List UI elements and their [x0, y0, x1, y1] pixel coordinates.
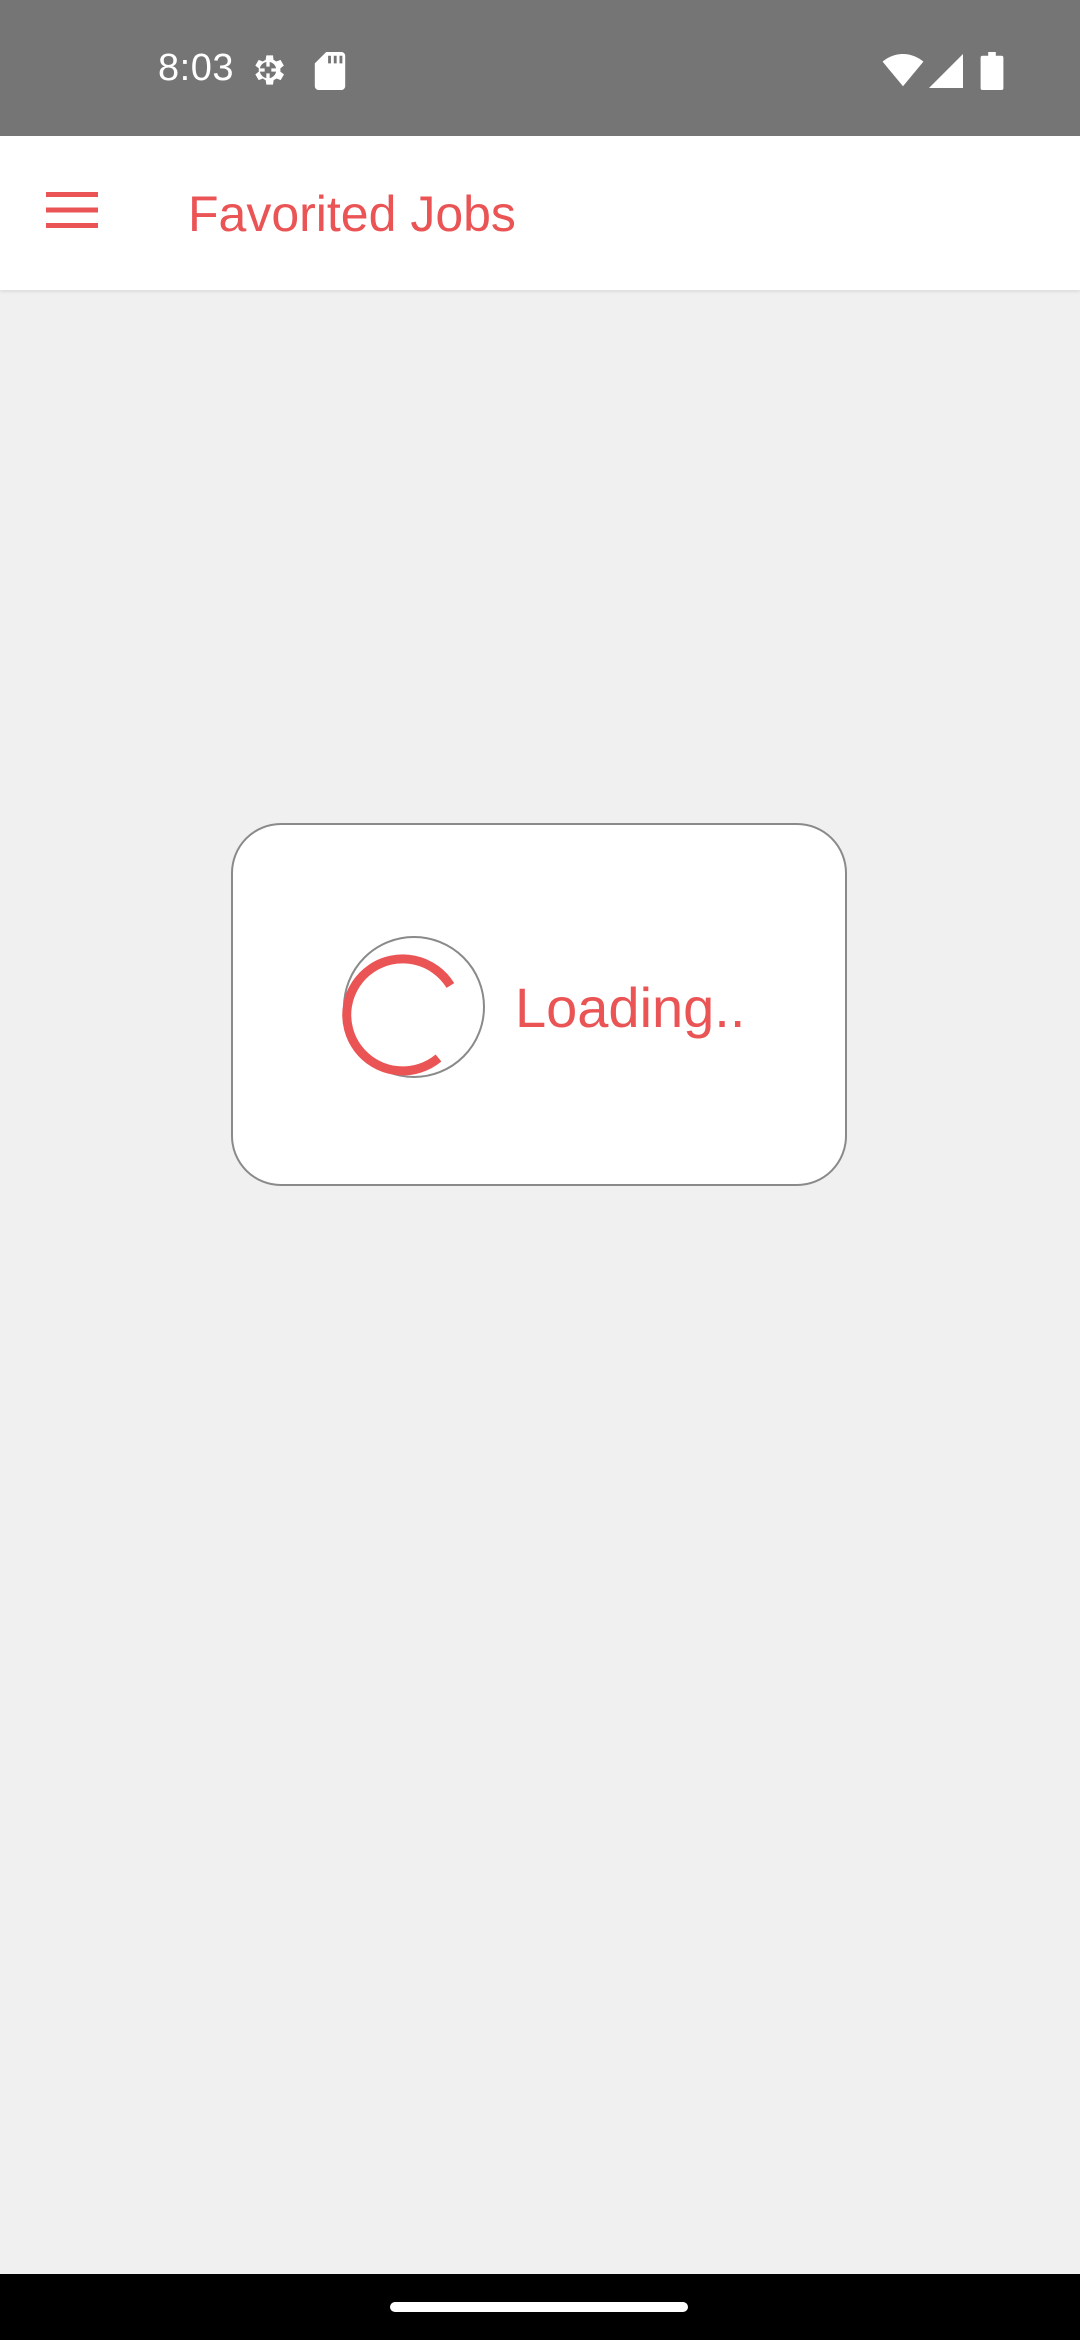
loading-dialog: Loading.. — [231, 823, 847, 1186]
status-time: 8:03 — [158, 47, 234, 89]
screen: 8:03 Favorited Jobs Loading.. — [0, 0, 1080, 2340]
menu-button[interactable] — [22, 160, 122, 260]
menu-icon — [46, 192, 98, 228]
navigation-bar — [0, 2274, 1080, 2340]
status-bar: 8:03 — [0, 0, 1080, 136]
loading-spinner-icon — [342, 936, 485, 1078]
cell-signal-icon — [929, 54, 963, 88]
sd-card-icon — [314, 52, 346, 90]
loading-text: Loading.. — [515, 976, 746, 1039]
battery-icon — [980, 52, 1004, 90]
settings-icon — [255, 55, 284, 85]
wifi-icon — [882, 54, 924, 87]
app-bar: Favorited Jobs — [0, 136, 1080, 290]
page-title: Favorited Jobs — [188, 186, 516, 242]
home-gesture-handle[interactable] — [390, 2302, 688, 2312]
